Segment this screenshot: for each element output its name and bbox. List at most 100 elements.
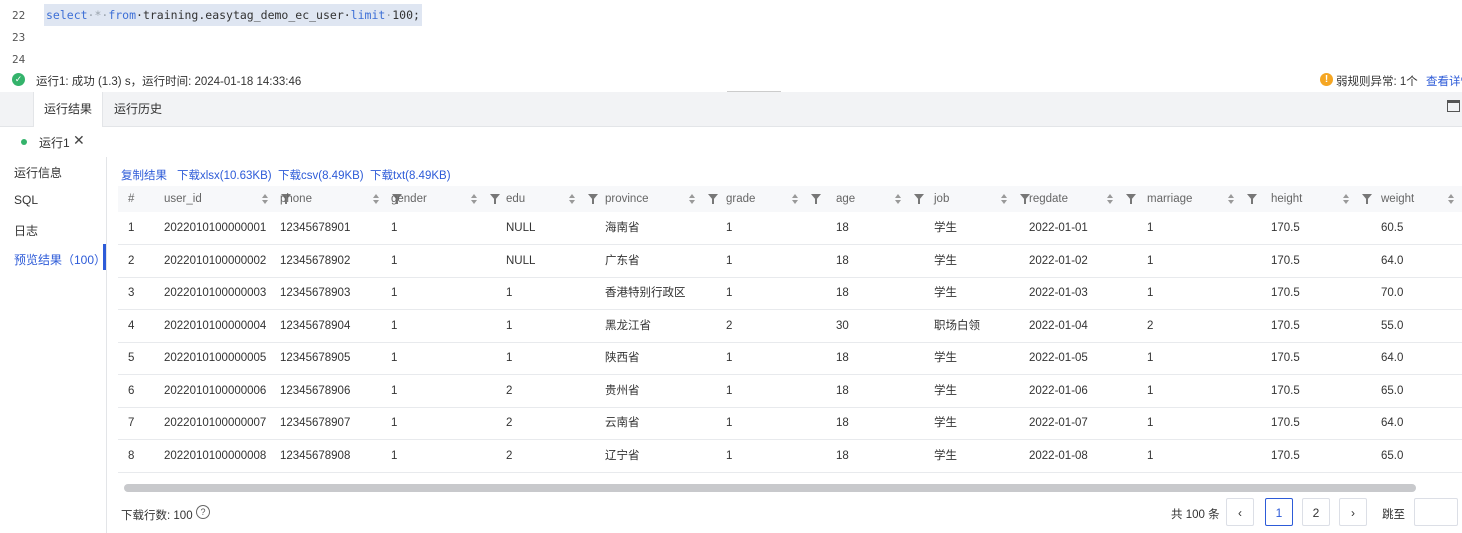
table-header: # user_id phone gender edu province grade age jo… xyxy=(118,186,1462,212)
table-cell: 2022-01-02 xyxy=(1029,254,1088,267)
table-cell: 12345678902 xyxy=(280,254,351,267)
download-rows-label: 下载行数: 100 xyxy=(121,507,193,523)
download-xlsx-link[interactable]: 下载xlsx(10.63KB) xyxy=(177,167,272,183)
keyword-select: select xyxy=(46,8,88,22)
table-cell: 18 xyxy=(836,449,849,462)
table-row[interactable]: 1 2022010100000001 12345678901 1 NULL 海南省 1 18 学… xyxy=(118,212,1462,245)
active-menu-indicator xyxy=(103,244,106,270)
table-row[interactable]: 5 2022010100000005 12345678905 1 1 陕西省 1 18 学生 20… xyxy=(118,342,1462,375)
menu-item-sql[interactable]: SQL xyxy=(14,193,38,207)
view-details-link[interactable]: 查看详情 xyxy=(1426,73,1462,89)
scrollbar-thumb[interactable] xyxy=(124,484,1416,492)
table-cell: 170.5 xyxy=(1271,222,1300,234)
horizontal-scrollbar[interactable] xyxy=(118,480,1462,494)
sort-icon[interactable] xyxy=(1447,186,1455,212)
page-2-button[interactable]: 2 xyxy=(1302,498,1330,526)
download-csv-link[interactable]: 下载csv(8.49KB) xyxy=(278,167,364,183)
table-cell: 18 xyxy=(836,222,849,234)
result-side-menu: 运行信息 SQL 日志 预览结果（100） xyxy=(0,157,107,533)
table-cell: 1 xyxy=(391,222,398,234)
sort-icon[interactable] xyxy=(372,186,380,212)
table-cell: 1 xyxy=(506,352,513,364)
table-cell: 2 xyxy=(506,449,513,462)
run-status-message: 运行1: 成功 (1.3) s，运行时间: 2024-01-18 14:33:4… xyxy=(36,76,302,88)
column-header: edu xyxy=(506,193,526,205)
sort-icon[interactable] xyxy=(1342,186,1350,212)
sql-editor[interactable]: 22 select·*·from·training.easytag_demo_e… xyxy=(0,0,1462,70)
sort-icon[interactable] xyxy=(688,186,696,212)
table-cell: 12345678901 xyxy=(280,222,351,234)
close-icon[interactable]: ✕ xyxy=(73,132,85,149)
limit-value-token: 100; xyxy=(392,8,420,22)
table-cell: 1 xyxy=(1147,384,1154,397)
table-row[interactable]: 7 2022010100000007 12345678907 1 2 云南省 1 18 学生 20… xyxy=(118,407,1462,440)
menu-item-log[interactable]: 日志 xyxy=(14,222,38,239)
table-row[interactable]: 8 2022010100000008 12345678908 1 2 辽宁省 1 18 学生 20… xyxy=(118,440,1462,473)
sort-icon[interactable] xyxy=(1000,186,1008,212)
tab-run-results[interactable]: 运行结果 xyxy=(33,92,103,127)
table-cell: 2022010100000007 xyxy=(164,417,267,429)
run-tab-label[interactable]: 运行1 xyxy=(39,134,70,151)
table-cell: 2022010100000006 xyxy=(164,384,267,397)
table-cell: 18 xyxy=(836,352,849,364)
code-line[interactable]: select·*·from·training.easytag_demo_ec_u… xyxy=(44,4,422,26)
column-header: age xyxy=(836,193,856,205)
column-header: marriage xyxy=(1147,193,1193,205)
sort-icon[interactable] xyxy=(261,186,269,212)
sort-icon[interactable] xyxy=(894,186,902,212)
column-header: grade xyxy=(726,193,756,205)
menu-item-run-info[interactable]: 运行信息 xyxy=(14,164,62,181)
page-1-button[interactable]: 1 xyxy=(1265,498,1293,526)
menu-item-preview-results[interactable]: 预览结果（100） xyxy=(14,251,106,268)
table-cell: 2022-01-06 xyxy=(1029,384,1088,397)
sort-icon[interactable] xyxy=(470,186,478,212)
column-header: weight xyxy=(1381,193,1415,205)
table-cell: 1 xyxy=(1147,352,1154,364)
table-cell: 学生 xyxy=(934,287,957,299)
table-cell: 2022010100000003 xyxy=(164,287,267,299)
table-row[interactable]: 2 2022010100000002 12345678902 1 NULL 广东省 1 18 学… xyxy=(118,245,1462,278)
filter-icon[interactable] xyxy=(1247,194,1257,204)
table-cell: NULL xyxy=(506,254,536,267)
column-header: gender xyxy=(391,193,427,205)
filter-icon[interactable] xyxy=(490,194,500,204)
table-cell: 学生 xyxy=(934,352,957,364)
table-cell: 2022010100000008 xyxy=(164,449,267,462)
copy-results-link[interactable]: 复制结果 xyxy=(121,167,167,183)
table-row[interactable]: 4 2022010100000004 12345678904 1 1 黑龙江省 2 30 职场白… xyxy=(118,310,1462,343)
sort-icon[interactable] xyxy=(1106,186,1114,212)
sort-icon[interactable] xyxy=(568,186,576,212)
table-cell: 2022-01-01 xyxy=(1029,222,1088,234)
filter-icon[interactable] xyxy=(811,194,821,204)
filter-icon[interactable] xyxy=(588,194,598,204)
code-token: ·*· xyxy=(87,8,109,22)
help-icon[interactable]: ? xyxy=(196,505,210,519)
table-cell: 12345678906 xyxy=(280,384,351,397)
line-number: 22 xyxy=(12,9,26,22)
jump-page-input[interactable] xyxy=(1414,498,1458,526)
maximize-icon[interactable] xyxy=(1447,100,1460,112)
column-header: # xyxy=(128,193,135,205)
table-cell: 学生 xyxy=(934,254,957,267)
download-txt-link[interactable]: 下载txt(8.49KB) xyxy=(370,167,451,183)
line-number: 24 xyxy=(12,53,26,66)
next-page-button[interactable]: › xyxy=(1339,498,1367,526)
sort-icon[interactable] xyxy=(1227,186,1235,212)
sort-icon[interactable] xyxy=(791,186,799,212)
filter-icon[interactable] xyxy=(914,194,924,204)
line-number: 23 xyxy=(12,31,26,44)
table-cell: 1 xyxy=(391,319,398,332)
table-cell: 1 xyxy=(1147,254,1154,267)
prev-page-button[interactable]: ‹ xyxy=(1226,498,1254,526)
filter-icon[interactable] xyxy=(1362,194,1372,204)
table-row[interactable]: 6 2022010100000006 12345678906 1 2 贵州省 1 18 学生 20… xyxy=(118,375,1462,408)
filter-icon[interactable] xyxy=(1126,194,1136,204)
column-header: user_id xyxy=(164,193,202,205)
table-cell: 2 xyxy=(506,384,513,397)
table-cell: 65.0 xyxy=(1381,449,1404,462)
tab-run-history[interactable]: 运行历史 xyxy=(104,92,172,126)
table-cell: 学生 xyxy=(934,417,957,429)
filter-icon[interactable] xyxy=(708,194,718,204)
table-row[interactable]: 3 2022010100000003 12345678903 1 1 香港特别行政区 1 18… xyxy=(118,277,1462,310)
table-cell: 1 xyxy=(391,352,398,364)
